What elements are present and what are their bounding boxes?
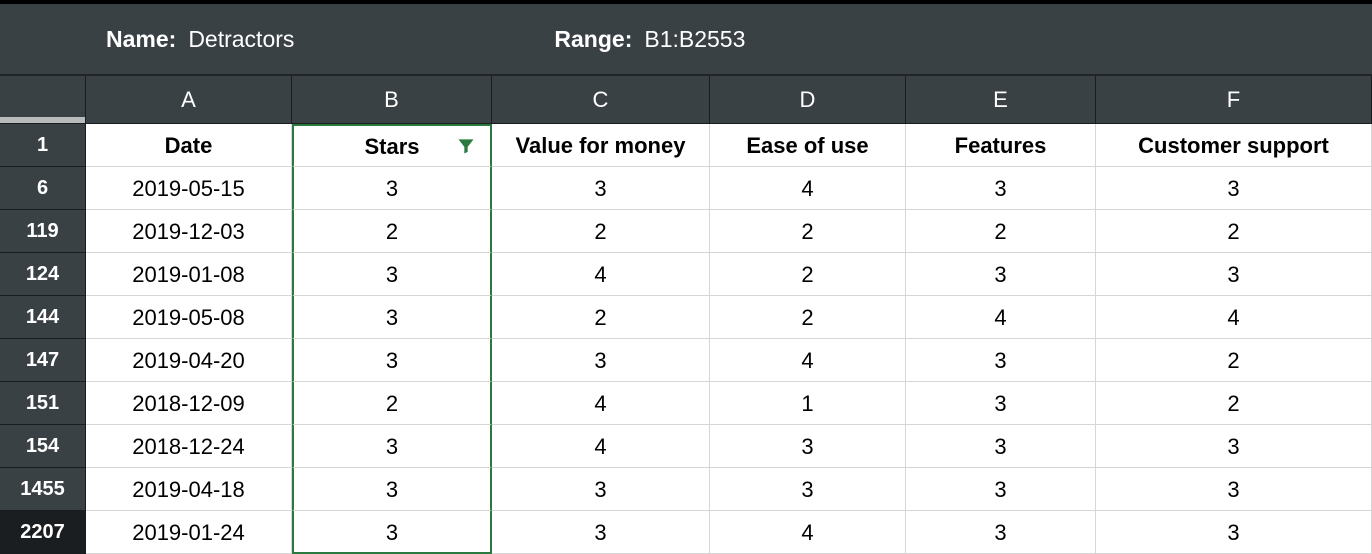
cell-features[interactable]: 3 — [906, 382, 1096, 425]
cell-vfm-header[interactable]: Value for money — [492, 124, 710, 167]
cell-eou[interactable]: 2 — [710, 253, 906, 296]
cell-cs[interactable]: 3 — [1096, 167, 1372, 210]
row-header[interactable]: 147 — [0, 339, 86, 382]
cell-date[interactable]: 2019-01-08 — [86, 253, 292, 296]
cell-features[interactable]: 4 — [906, 296, 1096, 339]
cell-vfm[interactable]: 4 — [492, 253, 710, 296]
cell-eou[interactable]: 2 — [710, 210, 906, 253]
cell-features[interactable]: 3 — [906, 167, 1096, 210]
cell-features[interactable]: 3 — [906, 339, 1096, 382]
cell-stars[interactable]: 2 — [292, 382, 492, 425]
cell-cs[interactable]: 3 — [1096, 468, 1372, 511]
column-header-e[interactable]: E — [906, 76, 1096, 124]
cell-features[interactable]: 3 — [906, 253, 1096, 296]
name-label: Name: — [106, 26, 176, 53]
cell-cs-header[interactable]: Customer support — [1096, 124, 1372, 167]
cell-features[interactable]: 3 — [906, 468, 1096, 511]
column-header-f[interactable]: F — [1096, 76, 1372, 124]
cell-date[interactable]: 2019-12-03 — [86, 210, 292, 253]
row-header[interactable]: 6 — [0, 167, 86, 210]
cell-date[interactable]: 2019-04-18 — [86, 468, 292, 511]
cell-cs[interactable]: 3 — [1096, 253, 1372, 296]
cell-date[interactable]: 2018-12-09 — [86, 382, 292, 425]
cell-eou-header[interactable]: Ease of use — [710, 124, 906, 167]
row-header[interactable]: 154 — [0, 425, 86, 468]
cell-cs[interactable]: 3 — [1096, 425, 1372, 468]
cell-vfm[interactable]: 4 — [492, 425, 710, 468]
column-header-c[interactable]: C — [492, 76, 710, 124]
row-header[interactable]: 124 — [0, 253, 86, 296]
cell-stars[interactable]: 3 — [292, 468, 492, 511]
cell-vfm[interactable]: 3 — [492, 339, 710, 382]
cell-vfm[interactable]: 3 — [492, 167, 710, 210]
cell-features-header[interactable]: Features — [906, 124, 1096, 167]
cell-eou[interactable]: 3 — [710, 468, 906, 511]
cell-features[interactable]: 3 — [906, 425, 1096, 468]
cell-date[interactable]: 2019-01-24 — [86, 511, 292, 554]
spreadsheet-grid: A B C D E F 1 Date Stars Value for money… — [0, 76, 1372, 554]
cell-cs[interactable]: 3 — [1096, 511, 1372, 554]
cell-cs[interactable]: 2 — [1096, 382, 1372, 425]
column-header-d[interactable]: D — [710, 76, 906, 124]
cell-eou[interactable]: 4 — [710, 339, 906, 382]
cell-features[interactable]: 2 — [906, 210, 1096, 253]
stars-header-label: Stars — [364, 125, 419, 168]
cell-eou[interactable]: 4 — [710, 511, 906, 554]
cell-vfm[interactable]: 2 — [492, 296, 710, 339]
cell-date[interactable]: 2019-05-08 — [86, 296, 292, 339]
cell-vfm[interactable]: 3 — [492, 511, 710, 554]
cell-cs[interactable]: 2 — [1096, 210, 1372, 253]
filter-icon[interactable] — [456, 136, 476, 156]
cell-features[interactable]: 3 — [906, 511, 1096, 554]
cell-stars[interactable]: 3 — [292, 425, 492, 468]
row-header[interactable]: 1 — [0, 124, 86, 167]
cell-eou[interactable]: 4 — [710, 167, 906, 210]
select-all-corner[interactable] — [0, 76, 86, 124]
cell-date[interactable]: 2019-04-20 — [86, 339, 292, 382]
column-header-b[interactable]: B — [292, 76, 492, 124]
name-group: Name: Detractors — [106, 26, 294, 53]
cell-stars[interactable]: 3 — [292, 339, 492, 382]
cell-vfm[interactable]: 2 — [492, 210, 710, 253]
cell-stars-header[interactable]: Stars — [292, 124, 492, 167]
cell-date-header[interactable]: Date — [86, 124, 292, 167]
cell-stars[interactable]: 3 — [292, 296, 492, 339]
row-header[interactable]: 119 — [0, 210, 86, 253]
cell-cs[interactable]: 4 — [1096, 296, 1372, 339]
cell-stars[interactable]: 3 — [292, 511, 492, 554]
name-value[interactable]: Detractors — [188, 26, 294, 53]
column-header-a[interactable]: A — [86, 76, 292, 124]
cell-cs[interactable]: 2 — [1096, 339, 1372, 382]
range-value[interactable]: B1:B2553 — [644, 26, 745, 53]
cell-vfm[interactable]: 3 — [492, 468, 710, 511]
cell-eou[interactable]: 3 — [710, 425, 906, 468]
cell-eou[interactable]: 2 — [710, 296, 906, 339]
range-label: Range: — [554, 26, 632, 53]
row-header[interactable]: 1455 — [0, 468, 86, 511]
named-range-bar: Name: Detractors Range: B1:B2553 — [0, 4, 1372, 76]
cell-eou[interactable]: 1 — [710, 382, 906, 425]
row-header[interactable]: 2207 — [0, 511, 86, 554]
row-header[interactable]: 144 — [0, 296, 86, 339]
cell-stars[interactable]: 2 — [292, 210, 492, 253]
cell-date[interactable]: 2019-05-15 — [86, 167, 292, 210]
cell-date[interactable]: 2018-12-24 — [86, 425, 292, 468]
cell-stars[interactable]: 3 — [292, 167, 492, 210]
range-group: Range: B1:B2553 — [554, 26, 745, 53]
cell-vfm[interactable]: 4 — [492, 382, 710, 425]
cell-stars[interactable]: 3 — [292, 253, 492, 296]
row-header[interactable]: 151 — [0, 382, 86, 425]
